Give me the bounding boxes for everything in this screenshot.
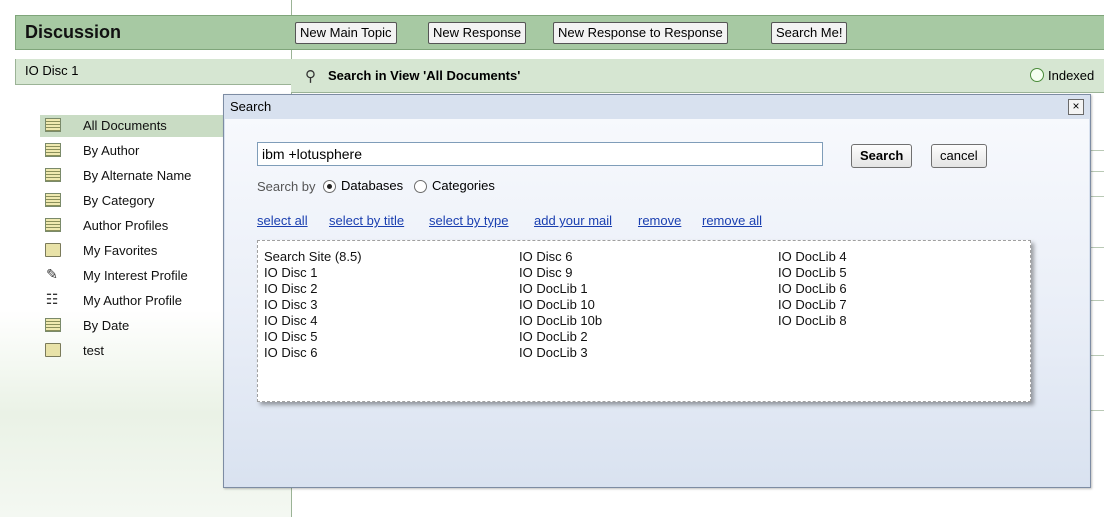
view-icon xyxy=(45,218,61,232)
radio-databases[interactable] xyxy=(323,180,336,193)
nav-item-label: By Category xyxy=(83,193,155,208)
search-me-button[interactable]: Search Me! xyxy=(771,22,848,44)
list-item[interactable]: IO DocLib 8 xyxy=(778,313,847,329)
radio-databases-label[interactable]: Databases xyxy=(341,178,403,193)
remove-all-link[interactable]: remove all xyxy=(702,213,762,228)
dialog-body: Search cancel Search by Databases Catego… xyxy=(225,119,1089,486)
view-icon xyxy=(45,193,61,207)
nav-item-label: All Documents xyxy=(83,118,167,133)
database-column-2: IO Disc 6 IO Disc 9 IO DocLib 1 IO DocLi… xyxy=(519,249,602,361)
background-row-divider xyxy=(1090,171,1104,172)
database-name: IO Disc 1 xyxy=(25,63,79,78)
background-row-divider xyxy=(1090,247,1104,248)
search-dialog: Search × Search cancel Search by Databas… xyxy=(223,94,1091,488)
search-view-title: Search in View 'All Documents' xyxy=(328,68,521,83)
background-row-divider xyxy=(1090,355,1104,356)
background-row-divider xyxy=(1090,300,1104,301)
magnifier-icon[interactable]: ⚲ xyxy=(305,67,316,85)
list-item[interactable]: IO Disc 6 xyxy=(519,249,602,265)
author-profile-icon: ☷ xyxy=(45,291,59,307)
app-title-bar: Discussion xyxy=(15,15,292,50)
list-item[interactable]: IO Disc 1 xyxy=(264,265,362,281)
view-icon xyxy=(45,168,61,182)
list-item[interactable]: IO DocLib 4 xyxy=(778,249,847,265)
list-item[interactable]: IO DocLib 5 xyxy=(778,265,847,281)
database-list: Search Site (8.5) IO Disc 1 IO Disc 2 IO… xyxy=(257,240,1031,402)
background-row-divider xyxy=(1090,196,1104,197)
background-row-divider xyxy=(1090,410,1104,411)
database-column-3: IO DocLib 4 IO DocLib 5 IO DocLib 6 IO D… xyxy=(778,249,847,329)
database-name-bar: IO Disc 1 xyxy=(15,59,292,85)
search-query-input[interactable] xyxy=(257,142,823,166)
radio-categories-label[interactable]: Categories xyxy=(432,178,495,193)
list-item[interactable]: IO Disc 4 xyxy=(264,313,362,329)
list-item[interactable]: IO DocLib 6 xyxy=(778,281,847,297)
folder-icon xyxy=(45,343,61,357)
radio-categories[interactable] xyxy=(414,180,427,193)
background-row-divider xyxy=(1090,150,1104,151)
list-item[interactable]: IO DocLib 10 xyxy=(519,297,602,313)
view-icon xyxy=(45,143,61,157)
profile-icon: ✎ xyxy=(46,266,58,282)
nav-item-label: test xyxy=(83,343,104,358)
close-icon[interactable]: × xyxy=(1068,99,1084,115)
list-item[interactable]: IO DocLib 3 xyxy=(519,345,602,361)
new-response-button[interactable]: New Response xyxy=(428,22,527,44)
list-item[interactable]: IO DocLib 2 xyxy=(519,329,602,345)
indexed-status-label: Indexed xyxy=(1048,68,1095,83)
cancel-button[interactable]: cancel xyxy=(931,144,987,168)
indexed-status-icon xyxy=(1030,68,1044,82)
list-item[interactable]: IO Disc 2 xyxy=(264,281,362,297)
action-toolbar: New Main Topic New Response New Response… xyxy=(291,15,1104,50)
nav-item-label: By Date xyxy=(83,318,130,333)
folder-icon xyxy=(45,243,61,257)
list-item[interactable]: Search Site (8.5) xyxy=(264,249,362,265)
add-your-mail-link[interactable]: add your mail xyxy=(534,213,612,228)
dialog-title: Search xyxy=(230,99,272,114)
view-icon xyxy=(45,118,61,132)
new-response-to-response-button[interactable]: New Response to Response xyxy=(553,22,728,44)
list-item[interactable]: IO DocLib 1 xyxy=(519,281,602,297)
nav-item-label: My Favorites xyxy=(83,243,158,258)
view-icon xyxy=(45,318,61,332)
nav-item-label: My Interest Profile xyxy=(83,268,188,283)
database-column-1: Search Site (8.5) IO Disc 1 IO Disc 2 IO… xyxy=(264,249,362,361)
search-button[interactable]: Search xyxy=(851,144,913,168)
app-title: Discussion xyxy=(25,22,122,42)
list-item[interactable]: IO DocLib 10b xyxy=(519,313,602,329)
remove-link[interactable]: remove xyxy=(638,213,681,228)
nav-item-label: Author Profiles xyxy=(83,218,169,233)
list-item[interactable]: IO DocLib 7 xyxy=(778,297,847,313)
nav-item-label: By Alternate Name xyxy=(83,168,192,183)
nav-item-label: By Author xyxy=(83,143,140,158)
select-all-link[interactable]: select all xyxy=(257,213,308,228)
search-by-label: Search by xyxy=(257,179,316,194)
list-item[interactable]: IO Disc 5 xyxy=(264,329,362,345)
select-by-title-link[interactable]: select by title xyxy=(329,213,404,228)
select-by-type-link[interactable]: select by type xyxy=(429,213,509,228)
view-search-bar: ⚲ Search in View 'All Documents' Indexed xyxy=(291,59,1104,93)
nav-item-label: My Author Profile xyxy=(83,293,182,308)
list-item[interactable]: IO Disc 3 xyxy=(264,297,362,313)
new-main-topic-button[interactable]: New Main Topic xyxy=(295,22,397,44)
list-item[interactable]: IO Disc 6 xyxy=(264,345,362,361)
list-item[interactable]: IO Disc 9 xyxy=(519,265,602,281)
